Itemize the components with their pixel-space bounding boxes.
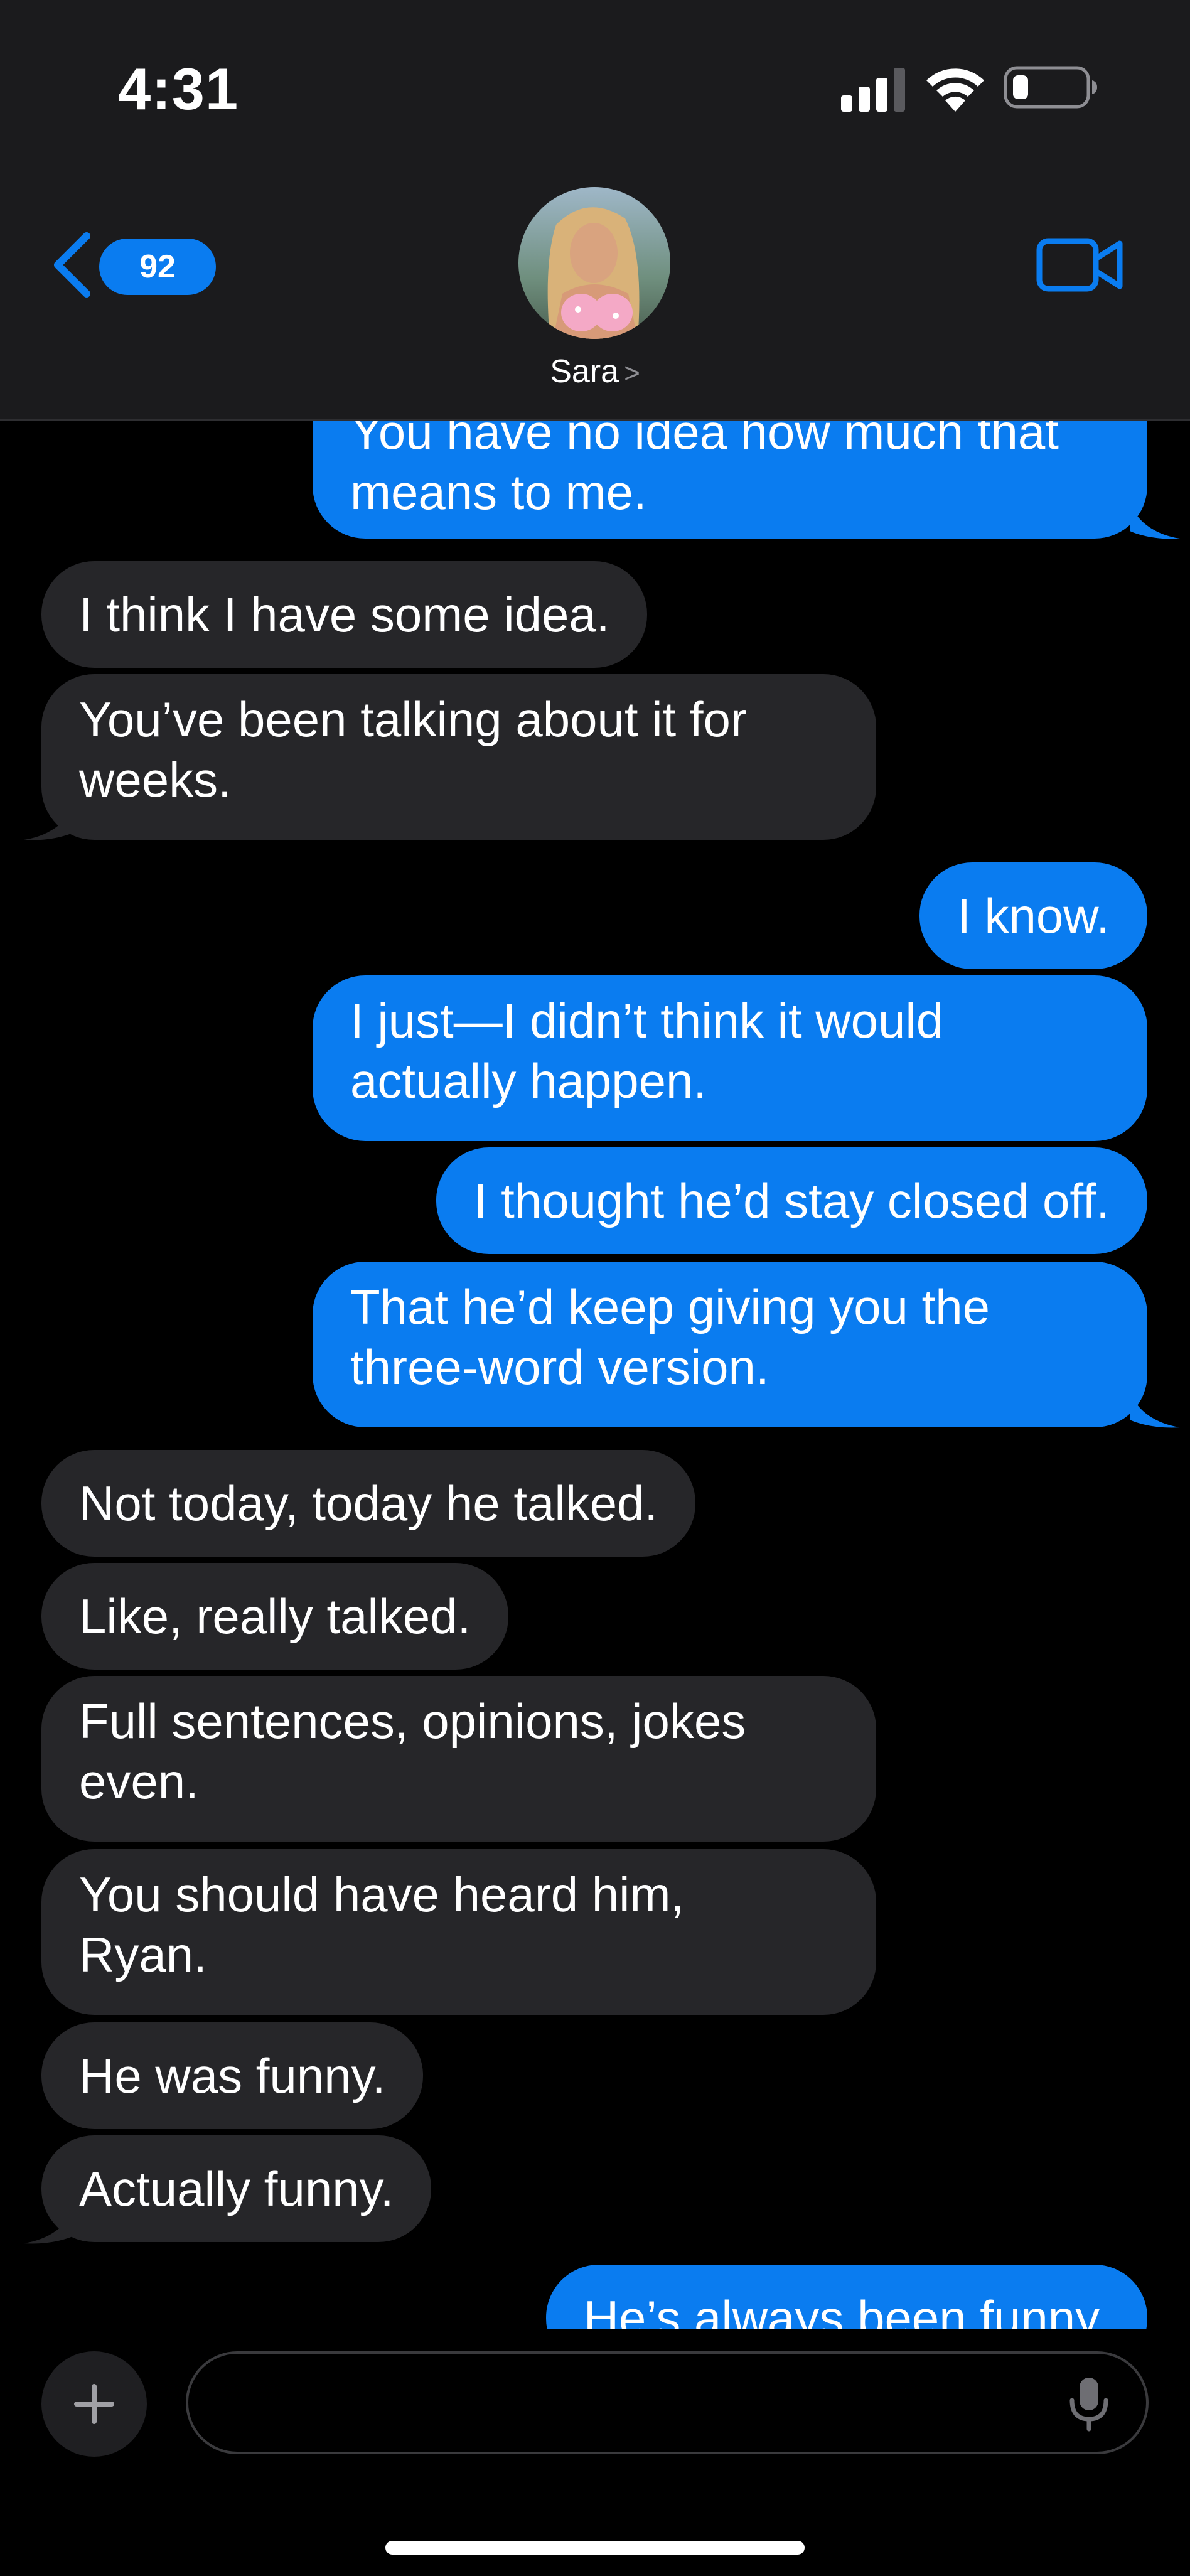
message-bubble-incoming[interactable]: He was funny. [41, 2022, 424, 2129]
status-time: 4:31 [118, 56, 239, 122]
chevron-left-icon [54, 232, 90, 298]
message-bubble-outgoing[interactable]: I know. [919, 862, 1147, 969]
message-bubble-incoming[interactable]: Full sentences, opinions, jokes even. [41, 1676, 876, 1842]
contact-avatar[interactable] [518, 187, 670, 339]
message-input[interactable] [220, 2354, 1036, 2452]
bubble-tail-outgoing [1130, 502, 1180, 539]
bubble-tail-incoming [24, 803, 74, 840]
plus-icon [74, 2384, 114, 2424]
message-bubble-incoming[interactable]: Not today, today he talked. [41, 1450, 696, 1557]
bubble-tail-outgoing [1130, 1391, 1180, 1428]
message-bubble-outgoing[interactable]: I thought he’d stay closed off. [436, 1147, 1147, 1254]
video-camera-icon[interactable] [1036, 232, 1123, 298]
avatar-image [518, 187, 670, 339]
messages-screen: You have no idea how much that means to … [0, 0, 1190, 2576]
battery-low-icon [1004, 66, 1097, 109]
message-bubble-incoming[interactable]: Like, really talked. [41, 1563, 509, 1670]
bubble-tail-incoming [24, 2207, 74, 2244]
unread-count-badge: 92 [99, 239, 216, 295]
message-bubble-incoming[interactable]: You should have heard him, Ryan. [41, 1849, 876, 2015]
home-indicator [385, 2541, 805, 2555]
wifi-icon [926, 68, 984, 112]
contact-name: Sara [550, 353, 619, 390]
chevron-right-icon: > [624, 358, 640, 389]
message-bubble-incoming[interactable]: You’ve been talking about it for weeks. [41, 674, 876, 840]
back-button[interactable]: 92 [50, 227, 216, 303]
add-attachment-button[interactable] [41, 2351, 147, 2457]
contact-name-button[interactable]: Sara > [0, 353, 1190, 390]
message-bubble-incoming[interactable]: I think I have some idea. [41, 561, 648, 668]
message-bubble-outgoing[interactable]: I just—I didn’t think it would actually … [313, 975, 1147, 1141]
message-bubble-incoming[interactable]: Actually funny. [41, 2135, 432, 2242]
message-input-container [186, 2351, 1149, 2454]
message-bubble-outgoing[interactable]: That he’d keep giving you the three-word… [313, 1262, 1147, 1427]
message-composer [0, 2329, 1190, 2576]
cellular-signal-icon [841, 68, 905, 112]
conversation-header: 4:31 92 Sara > [0, 0, 1190, 421]
microphone-icon[interactable] [1061, 2375, 1117, 2432]
